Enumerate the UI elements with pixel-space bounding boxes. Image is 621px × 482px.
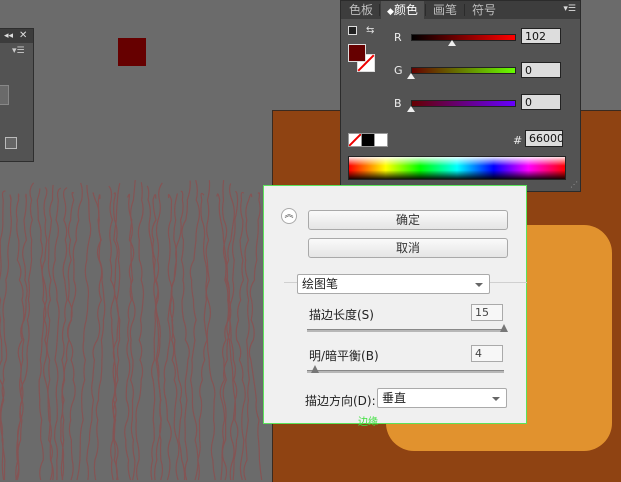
channel-b-thumb[interactable] — [407, 106, 415, 112]
stroke-length-label: 描边长度(S) — [309, 308, 374, 322]
filter-select-value: 绘图笔 — [302, 277, 339, 291]
resize-corner-icon[interactable]: ⋰ — [570, 180, 578, 189]
tab-separator — [464, 4, 465, 16]
channel-g-label: G — [394, 64, 403, 77]
channel-g-input[interactable]: 0 — [521, 62, 561, 78]
chevron-down-icon — [475, 283, 483, 287]
panel-menu-icon[interactable]: ▾☰ — [563, 1, 576, 17]
stroke-length-slider[interactable] — [307, 329, 504, 332]
tab-brushes[interactable]: 画笔 — [427, 1, 463, 19]
tab-color[interactable]: ◆颜色 — [381, 1, 424, 19]
left-panel-tool-icon[interactable] — [5, 137, 17, 149]
channel-g-slider[interactable] — [411, 67, 516, 74]
wood-grain-line — [38, 186, 48, 481]
channel-b-label: B — [394, 97, 402, 110]
swap-colors-icon[interactable]: ⇆ — [366, 25, 374, 36]
wood-grain-line — [170, 193, 180, 481]
color-spectrum-bar[interactable] — [348, 156, 566, 180]
double-chevron-left-icon[interactable]: ◂◂ — [4, 29, 13, 43]
chevron-down-icon — [492, 397, 500, 401]
none-color-swatch[interactable] — [348, 133, 362, 147]
light-dark-balance-thumb[interactable] — [310, 365, 319, 373]
channel-b-input[interactable]: 0 — [521, 94, 561, 110]
left-panel-header: ◂◂ ✕ — [0, 29, 33, 43]
color-panel-tabs: 色板 ◆颜色 画笔 符号 ▾☰ — [341, 1, 580, 19]
tab-separator — [379, 4, 380, 16]
wood-grain-line — [46, 184, 54, 481]
tab-symbols[interactable]: 符号 — [466, 1, 502, 19]
stroke-length-thumb[interactable] — [500, 324, 508, 332]
tab-color-label: 颜色 — [393, 3, 418, 17]
wood-grain-line — [189, 180, 200, 481]
panel-menu-icon[interactable]: ▾☰ — [12, 46, 25, 56]
channel-r-input[interactable]: 102 — [521, 28, 561, 44]
light-dark-balance-slider[interactable] — [307, 370, 504, 373]
wood-grain-line — [16, 182, 35, 481]
channel-r-slider[interactable] — [411, 34, 516, 41]
stroke-direction-select[interactable]: 垂直 — [377, 388, 507, 408]
stroke-direction-value: 垂直 — [382, 391, 407, 405]
left-collapsed-panel: ◂◂ ✕ ▾☰ — [0, 28, 34, 162]
channel-r-label: R — [394, 31, 402, 44]
wood-grain-line — [163, 193, 173, 481]
default-colors-icon[interactable] — [348, 26, 357, 35]
wood-grain-line — [52, 187, 62, 481]
close-icon[interactable]: ✕ — [19, 29, 27, 43]
white-color-swatch[interactable] — [374, 133, 388, 147]
ink-outlines-filter-dialog: ︽ 确定 取消 绘图笔 描边长度(S) 15 明/暗平衡(B) 4 描边方向(D… — [263, 185, 527, 428]
wood-grain-line — [60, 182, 83, 481]
light-dark-balance-input[interactable]: 4 — [471, 345, 503, 362]
wood-grain-line — [76, 184, 92, 481]
hex-label: # — [513, 134, 523, 147]
red-square-artwork — [118, 38, 146, 66]
tab-swatches[interactable]: 色板 — [343, 1, 379, 19]
wood-texture-artwork — [0, 180, 263, 481]
channel-g-thumb[interactable] — [407, 73, 415, 79]
cancel-button[interactable]: 取消 — [308, 238, 508, 258]
tab-separator — [425, 4, 426, 16]
stroke-length-input[interactable]: 15 — [471, 304, 503, 321]
channel-r-thumb[interactable] — [448, 40, 457, 46]
ok-button[interactable]: 确定 — [308, 210, 508, 230]
status-label: 边缘 — [358, 417, 378, 428]
tab-color-menu-icon: ◆ — [387, 7, 394, 17]
fill-color-swatch[interactable] — [348, 44, 366, 62]
wood-grain-line — [248, 192, 263, 481]
light-dark-balance-label: 明/暗平衡(B) — [309, 349, 379, 363]
wood-grain-line — [135, 182, 145, 481]
wood-grain-line — [60, 187, 68, 481]
color-panel: 色板 ◆颜色 画笔 符号 ▾☰ ⇆ R 102 G 0 B 0 # 660000… — [340, 0, 581, 192]
black-color-swatch[interactable] — [361, 133, 375, 147]
wood-grain-line — [15, 193, 25, 481]
filter-select[interactable]: 绘图笔 — [297, 274, 490, 294]
left-panel-field[interactable] — [0, 85, 9, 105]
wood-grain-line — [180, 180, 191, 481]
hex-input[interactable]: 660000 — [525, 130, 563, 147]
wood-grain-line — [86, 194, 103, 481]
collapse-chevron-icon[interactable]: ︽ — [281, 208, 297, 224]
stroke-direction-label: 描边方向(D): — [305, 394, 376, 408]
wood-grain-line — [0, 194, 12, 481]
channel-b-slider[interactable] — [411, 100, 516, 107]
wood-grain-line — [243, 193, 253, 481]
